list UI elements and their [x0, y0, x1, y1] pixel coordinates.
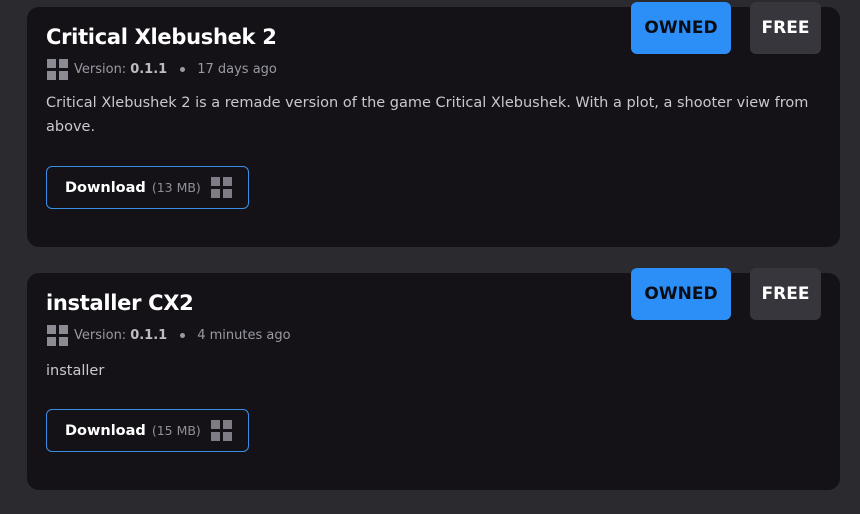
version-label: Version:: [74, 327, 127, 343]
download-button[interactable]: Download (15 MB): [46, 409, 249, 452]
version-value: 0.1.1: [130, 327, 168, 343]
download-label: Download: [65, 422, 146, 439]
updated-time: 4 minutes ago: [197, 327, 291, 343]
download-label: Download: [65, 179, 146, 196]
build-title: installer CX2: [46, 291, 194, 315]
price-badge[interactable]: FREE: [750, 268, 821, 320]
owned-badge[interactable]: OWNED: [631, 2, 731, 54]
windows-icon: [47, 58, 68, 80]
windows-icon: [210, 177, 232, 198]
windows-icon: [47, 324, 68, 346]
windows-icon: [210, 420, 232, 441]
version-label: Version:: [74, 61, 127, 77]
download-size: (15 MB): [151, 423, 201, 438]
download-button[interactable]: Download (13 MB): [46, 166, 249, 209]
build-description: Critical Xlebushek 2 is a remade version…: [46, 95, 809, 135]
build-meta: Version: 0.1.1 17 days ago: [47, 58, 277, 80]
download-size: (13 MB): [151, 180, 201, 195]
build-description: installer: [46, 363, 105, 379]
build-meta: Version: 0.1.1 4 minutes ago: [47, 324, 291, 346]
separator-dot: [180, 332, 186, 338]
version-value: 0.1.1: [130, 61, 168, 77]
updated-time: 17 days ago: [197, 61, 277, 77]
separator-dot: [180, 66, 186, 72]
price-badge[interactable]: FREE: [750, 2, 821, 54]
owned-badge[interactable]: OWNED: [631, 268, 731, 320]
build-title: Critical Xlebushek 2: [46, 25, 277, 49]
